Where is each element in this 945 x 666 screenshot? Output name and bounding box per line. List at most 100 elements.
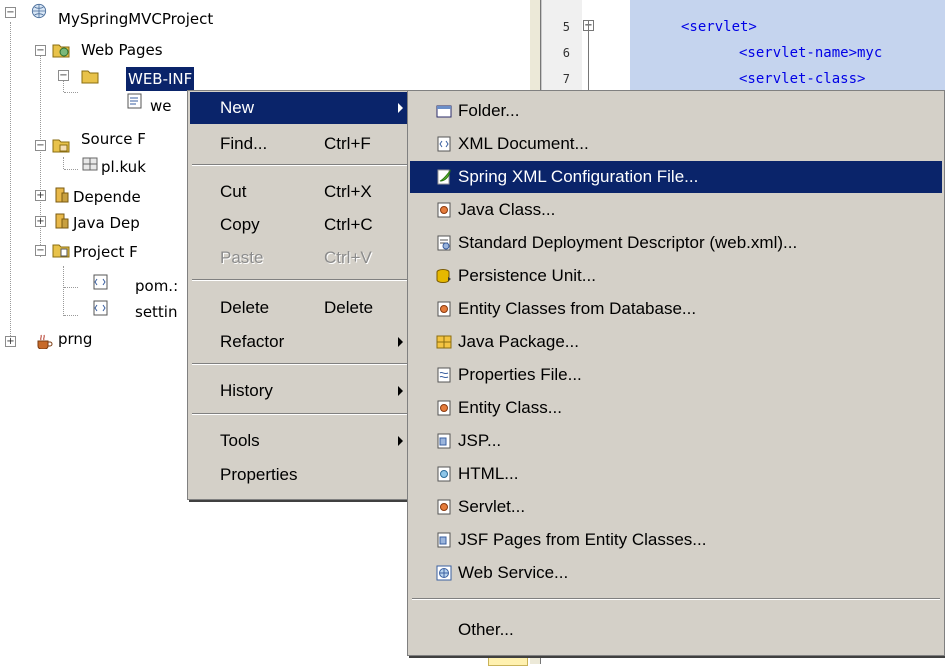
menu-item-label: JSF Pages from Entity Classes... [458,530,707,549]
source-folder-icon [52,139,70,153]
folder-icon [81,70,99,84]
tree-item-web-pages[interactable]: Web Pages [81,38,163,62]
xml-file-icon [93,274,108,290]
menu-item-label: Properties File... [458,365,582,384]
shortcut-label: Ctrl+C [324,215,373,234]
submenu-arrow-icon [398,337,403,347]
expand-toggle[interactable]: + [35,190,46,201]
menu-item-properties[interactable]: Properties [190,459,411,491]
menu-item-label: Servlet... [458,497,526,516]
tree-item-label: Source F [81,130,146,148]
tree-item-dependencies[interactable]: Depende [73,185,141,209]
servlet-icon [437,499,451,515]
menu-item-paste[interactable]: Paste Ctrl+V [190,242,411,274]
library-icon [55,187,69,203]
submenu-item-other[interactable]: Other... [410,614,942,646]
entity-class-icon [437,400,451,416]
menu-item-label: HTML... [458,464,519,483]
submenu-item-java-package[interactable]: Java Package... [410,326,942,358]
context-menu: New Find... Ctrl+F Cut Ctrl+X Copy Ctrl+… [187,90,414,500]
menu-item-cut[interactable]: Cut Ctrl+X [190,176,411,208]
tree-item-web-xml[interactable]: we [150,94,172,118]
menu-item-label: Cut [220,182,247,201]
xml-file-icon [93,300,108,316]
menu-separator [192,279,409,281]
submenu-item-folder[interactable]: Folder... [410,95,942,127]
menu-item-history[interactable]: History [190,375,411,407]
menu-item-find[interactable]: Find... Ctrl+F [190,128,411,160]
collapse-toggle[interactable]: − [35,45,46,56]
tree-item-prng[interactable]: prng [58,327,92,351]
menu-item-tools[interactable]: Tools [190,425,411,457]
submenu-item-entity-class[interactable]: Entity Class... [410,392,942,424]
menu-item-label: Web Service... [458,563,569,582]
folder-icon [436,105,452,118]
tree-item-pom-xml[interactable]: pom.: [135,274,178,298]
menu-item-new[interactable]: New [190,92,411,124]
expand-toggle[interactable]: + [5,336,16,347]
submenu-item-entity-classes-from-database[interactable]: Entity Classes from Database... [410,293,942,325]
java-class-icon [437,202,451,218]
java-package-icon [436,335,452,349]
tree-item-label: WEB-INF [126,67,195,91]
collapse-toggle[interactable]: − [35,140,46,151]
menu-item-label: Refactor [220,332,285,351]
line-number-gutter: 5 6 7 [541,0,582,90]
menu-item-label: Delete [220,298,270,317]
submenu-item-xml-document[interactable]: XML Document... [410,128,942,160]
submenu-item-web-service[interactable]: Web Service... [410,557,942,589]
menu-item-label: Entity Classes from Database... [458,299,697,318]
line-number: 6 [562,46,570,60]
submenu-item-deployment-descriptor[interactable]: Standard Deployment Descriptor (web.xml)… [410,227,942,259]
html-icon [437,466,451,482]
menu-item-delete[interactable]: Delete Delete [190,292,411,324]
tree-item-settings-xml[interactable]: settin [135,300,177,324]
tree-item-label: pom.: [135,277,179,295]
tree-item-label: pl.kuk [101,158,146,176]
persistence-unit-icon [436,269,451,284]
tree-item-java-dependencies[interactable]: Java Dep [73,211,140,235]
menu-item-label: Properties [220,465,298,484]
tree-item-project-files[interactable]: Project F [73,240,138,264]
code-line: <servlet> [681,19,757,35]
submenu-item-persistence-unit[interactable]: Persistence Unit... [410,260,942,292]
code-line: <servlet-class> [739,71,866,87]
java-project-icon [37,334,53,349]
submenu-item-properties-file[interactable]: Properties File... [410,359,942,391]
menu-item-refactor[interactable]: Refactor [190,326,411,358]
line-number: 5 [562,20,570,34]
menu-separator [192,413,409,415]
menu-item-label: JSP... [458,431,502,450]
submenu-item-java-class[interactable]: Java Class... [410,194,942,226]
menu-item-copy[interactable]: Copy Ctrl+C [190,209,411,241]
tree-item-project[interactable]: MySpringMVCProject [58,7,213,31]
tree-item-label: prng [58,330,93,348]
tree-item-source-packages[interactable]: Source F [81,127,146,151]
tree-item-label: MySpringMVCProject [58,10,214,28]
xml-file-icon [127,93,142,109]
code-editor[interactable]: <servlet> <servlet-name>myc <servlet-cla… [630,0,945,90]
fold-guide [588,20,589,90]
submenu-item-jsp[interactable]: JSP... [410,425,942,457]
submenu-arrow-icon [398,386,403,396]
tree-item-package[interactable]: pl.kuk [101,155,146,179]
tree-item-web-inf[interactable]: WEB-INF [126,67,195,91]
menu-separator [192,363,409,365]
menu-item-label: Entity Class... [458,398,562,417]
menu-item-label: New [220,98,255,117]
submenu-item-html[interactable]: HTML... [410,458,942,490]
menu-item-label: Find... [220,134,268,153]
tree-item-label: Project F [73,243,138,261]
library-icon [55,213,69,229]
collapse-toggle[interactable]: − [35,245,46,256]
submenu-item-spring-xml[interactable]: Spring XML Configuration File... [410,161,942,193]
menu-item-label: Other... [458,620,514,639]
code-line: <servlet-name>myc [739,45,883,61]
submenu-item-jsf-pages[interactable]: JSF Pages from Entity Classes... [410,524,942,556]
collapse-toggle[interactable]: − [5,7,16,18]
submenu-item-servlet[interactable]: Servlet... [410,491,942,523]
expand-toggle[interactable]: + [35,216,46,227]
properties-file-icon [437,367,451,383]
menu-item-label: Copy [220,215,260,234]
collapse-toggle[interactable]: − [58,70,69,81]
